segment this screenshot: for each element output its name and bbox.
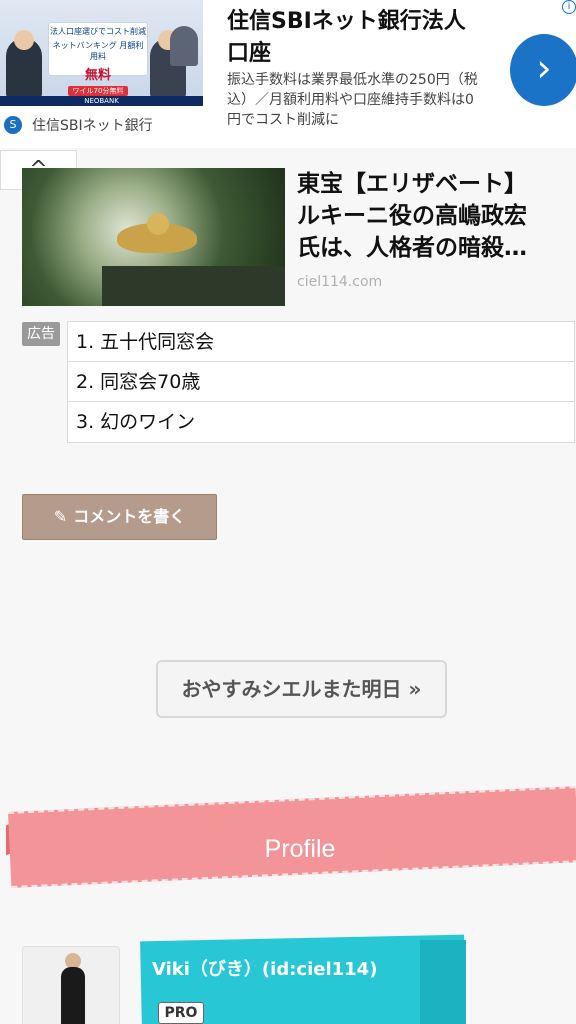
profile-name[interactable]: Viki（びき）(id:ciel114) xyxy=(152,955,377,981)
ad-title[interactable]: 住信SBIネット銀行法人口座 xyxy=(227,6,487,70)
ad-brand-strip: NEOBANK xyxy=(0,96,203,106)
thumbnail-statue-top xyxy=(147,213,169,235)
ad-person-figure xyxy=(170,26,198,66)
info-icon[interactable]: i xyxy=(562,0,576,14)
avatar-body xyxy=(61,967,85,1024)
page: 法人口座選びでコスト削減 ネットバンキング 月額利用料 無料 ワイル70分無料 … xyxy=(0,0,576,1024)
avatar[interactable] xyxy=(22,946,120,1024)
ad-promo-card: 法人口座選びでコスト削減 ネットバンキング 月額利用料 無料 ワイル70分無料 xyxy=(48,22,148,96)
ad-link-item[interactable]: 1. 五十代同窓会 xyxy=(68,322,574,362)
write-comment-label: コメントを書く xyxy=(73,507,186,526)
ad-promo-free: 無料 xyxy=(84,68,111,83)
ad-label-badge: 広告 xyxy=(22,322,60,346)
ad-links-list: 1. 五十代同窓会 2. 同窓会70歳 3. 幻のワイン xyxy=(67,321,575,443)
related-article-domain: ciel114.com xyxy=(297,274,383,290)
next-article-button[interactable]: おやすみシエルまた明日 » xyxy=(156,660,447,718)
related-title-line: ルキーニ役の高嶋政宏 xyxy=(297,203,527,229)
profile-name-box-edge xyxy=(420,940,466,1024)
ad-promo-line4: ワイル70分無料 xyxy=(68,86,128,96)
ad-promo-line1: 法人口座選びでコスト削減 xyxy=(50,27,146,36)
pro-badge: PRO xyxy=(158,1002,204,1024)
profile-section-title: Profile xyxy=(264,835,336,863)
ad-advertiser[interactable]: S 住信SBIネット銀行 xyxy=(4,113,153,137)
ad-person-head xyxy=(14,30,34,50)
advertiser-logo-icon: S xyxy=(4,116,22,134)
related-title-line: 氏は、人格者の暗殺… xyxy=(297,235,527,261)
top-ad-banner[interactable]: 法人口座選びでコスト削減 ネットバンキング 月額利用料 無料 ワイル70分無料 … xyxy=(0,0,576,148)
write-comment-button[interactable]: ✎ コメントを書く xyxy=(22,494,217,540)
ad-link-item[interactable]: 3. 幻のワイン xyxy=(68,402,574,442)
related-article-thumbnail[interactable] xyxy=(22,168,285,306)
ad-link-item[interactable]: 2. 同窓会70歳 xyxy=(68,362,574,402)
ad-description[interactable]: 振込手数料は業界最低水準の250円（税込）／月額利用料や口座維持手数料は0円でコ… xyxy=(227,70,487,130)
thumbnail-roof xyxy=(102,266,285,306)
ad-image[interactable]: 法人口座選びでコスト削減 ネットバンキング 月額利用料 無料 ワイル70分無料 … xyxy=(0,0,203,106)
chevron-right-icon[interactable]: › xyxy=(510,34,576,106)
related-title-line: 東宝【エリザベート】 xyxy=(297,171,527,197)
related-article-title[interactable]: 東宝【エリザベート】 ルキーニ役の高嶋政宏 氏は、人格者の暗殺… xyxy=(297,168,573,264)
ad-promo-line2: ネットバンキング 月額利用料 xyxy=(52,41,144,61)
related-article[interactable]: 東宝【エリザベート】 ルキーニ役の高嶋政宏 氏は、人格者の暗殺… ciel114… xyxy=(22,168,568,306)
pencil-icon: ✎ xyxy=(53,507,68,526)
ad-advertiser-name: 住信SBIネット銀行 xyxy=(32,118,153,134)
